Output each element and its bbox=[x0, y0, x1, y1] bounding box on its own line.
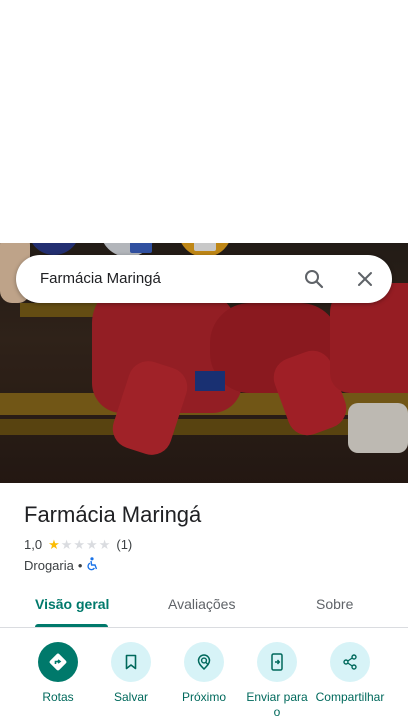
tab-reviews[interactable]: Avaliações bbox=[168, 596, 235, 612]
rating-row[interactable]: 1,0 ★ ★ ★ ★ ★ (1) bbox=[24, 537, 132, 552]
tab-bar: Visão geral Avaliações Sobre bbox=[0, 585, 408, 628]
send-to-phone-button[interactable]: Enviar para o bbox=[238, 642, 316, 720]
wheelchair-icon[interactable] bbox=[86, 557, 99, 574]
star-empty-icon: ★ bbox=[98, 537, 111, 552]
place-category: Drogaria bbox=[24, 558, 74, 573]
directions-icon bbox=[38, 642, 78, 682]
star-filled-icon: ★ bbox=[48, 537, 60, 552]
bookmark-icon bbox=[111, 642, 151, 682]
send-to-phone-icon bbox=[257, 642, 297, 682]
rating-stars: ★ ★ ★ ★ ★ bbox=[48, 538, 111, 551]
place-page: Farmácia Maringá Farmácia Maringá 1,0 ★ ★… bbox=[0, 0, 408, 726]
star-empty-icon: ★ bbox=[60, 537, 73, 552]
directions-button[interactable]: Rotas bbox=[19, 642, 97, 705]
share-icon bbox=[330, 642, 370, 682]
close-icon[interactable] bbox=[353, 267, 377, 291]
share-label: Compartilhar bbox=[315, 690, 385, 704]
search-input[interactable]: Farmácia Maringá bbox=[40, 270, 161, 287]
rating-value: 1,0 bbox=[24, 537, 43, 552]
active-tab-indicator bbox=[35, 624, 108, 627]
search-bar[interactable]: Farmácia Maringá bbox=[16, 255, 392, 303]
star-empty-icon: ★ bbox=[86, 537, 98, 552]
search-icon[interactable] bbox=[302, 267, 326, 291]
separator: • bbox=[77, 558, 83, 573]
tab-about[interactable]: Sobre bbox=[316, 596, 353, 612]
share-button[interactable]: Compartilhar bbox=[311, 642, 389, 705]
nearby-label: Próximo bbox=[181, 690, 226, 704]
nearby-button[interactable]: Próximo bbox=[165, 642, 243, 705]
nearby-icon bbox=[184, 642, 224, 682]
place-title: Farmácia Maringá bbox=[24, 502, 202, 527]
star-empty-icon: ★ bbox=[73, 537, 86, 552]
send-to-phone-label: Enviar para o bbox=[246, 690, 308, 719]
tab-overview[interactable]: Visão geral bbox=[35, 596, 109, 612]
category-row: Drogaria • bbox=[24, 557, 99, 574]
save-button[interactable]: Salvar bbox=[92, 642, 170, 705]
save-label: Salvar bbox=[113, 690, 148, 704]
review-count[interactable]: (1) bbox=[116, 537, 132, 552]
directions-label: Rotas bbox=[42, 690, 74, 704]
